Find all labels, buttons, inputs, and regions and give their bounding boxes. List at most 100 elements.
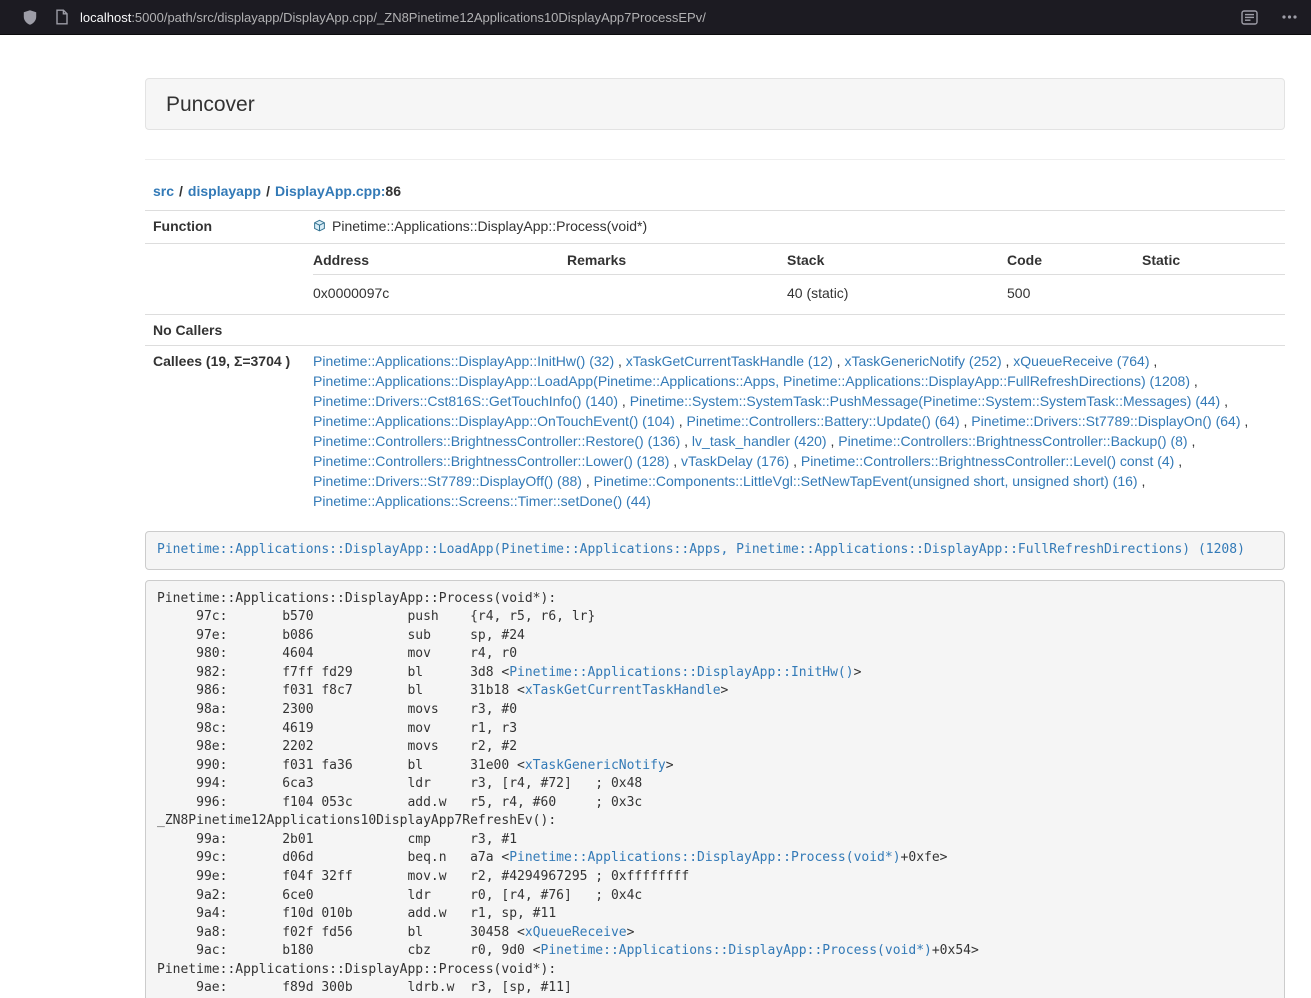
snippet-box: Pinetime::Applications::DisplayApp::Load… xyxy=(145,531,1285,570)
callee-separator: , xyxy=(675,413,687,429)
function-row-label: Function xyxy=(145,211,305,244)
callee-separator: , xyxy=(960,413,972,429)
callee-link[interactable]: xTaskGenericNotify (252) xyxy=(844,353,1001,369)
menu-dots-icon[interactable] xyxy=(1282,15,1297,19)
callee-link[interactable]: Pinetime::System::SystemTask::PushMessag… xyxy=(630,393,1221,409)
asm-text: Pinetime::Applications::DisplayApp::Proc… xyxy=(157,962,556,977)
breadcrumb-link-src[interactable]: src xyxy=(153,183,174,199)
asm-text: _ZN8Pinetime12Applications10DisplayApp7R… xyxy=(157,813,556,828)
browser-toolbar: localhost:5000/path/src/displayapp/Displ… xyxy=(0,0,1311,35)
asm-symbol-link[interactable]: Pinetime::Applications::DisplayApp::Proc… xyxy=(509,850,900,865)
callee-link[interactable]: Pinetime::Controllers::BrightnessControl… xyxy=(801,453,1174,469)
callee-link[interactable]: Pinetime::Drivers::Cst816S::GetTouchInfo… xyxy=(313,393,618,409)
page-icon[interactable] xyxy=(55,9,69,25)
asm-text: 982: f7ff fd29 bl 3d8 < xyxy=(157,665,509,680)
breadcrumb-line-number: 86 xyxy=(385,183,401,199)
asm-text: 9ac: b180 cbz r0, 9d0 < xyxy=(157,943,541,958)
breadcrumb-separator: / xyxy=(179,183,183,199)
callees-list: Pinetime::Applications::DisplayApp::Init… xyxy=(305,346,1285,517)
asm-text: 98e: 2202 movs r2, #2 xyxy=(157,739,517,754)
function-row: Function Pinetime::Applications::Display… xyxy=(145,211,1285,244)
asm-text: 9ae: f89d 300b ldrb.w r3, [sp, #11] xyxy=(157,980,572,995)
callee-link[interactable]: Pinetime::Drivers::St7789::DisplayOff() … xyxy=(313,473,582,489)
asm-symbol-link[interactable]: xQueueReceive xyxy=(525,925,627,940)
value-address: 0x0000097c xyxy=(313,275,567,310)
callee-separator: , xyxy=(1138,473,1146,489)
asm-text: 99a: 2b01 cmp r3, #1 xyxy=(157,832,517,847)
asm-text: Pinetime::Applications::DisplayApp::Proc… xyxy=(157,591,556,606)
asm-text: 9a2: 6ce0 ldr r0, [r4, #76] ; 0x4c xyxy=(157,888,642,903)
asm-text: 986: f031 f8c7 bl 31b18 < xyxy=(157,683,525,698)
callee-separator: , xyxy=(1190,373,1198,389)
asm-text: 98a: 2300 movs r3, #0 xyxy=(157,702,517,717)
metrics-row: Address Remarks Stack Code Static 0x0000… xyxy=(145,244,1285,315)
url-path: :5000/path/src/displayapp/DisplayApp.cpp… xyxy=(131,10,706,25)
value-static xyxy=(1142,275,1285,310)
asm-symbol-link[interactable]: Pinetime::Applications::DisplayApp::Init… xyxy=(509,665,853,680)
callee-separator: , xyxy=(582,473,594,489)
callee-separator: , xyxy=(669,453,681,469)
callee-separator: , xyxy=(680,433,692,449)
asm-text: 9a8: f02f fd56 bl 30458 < xyxy=(157,925,525,940)
callee-separator: , xyxy=(618,393,630,409)
asm-symbol-link[interactable]: Pinetime::Applications::DisplayApp::Proc… xyxy=(541,943,932,958)
callee-link[interactable]: Pinetime::Controllers::Battery::Update()… xyxy=(687,413,960,429)
shield-icon[interactable] xyxy=(22,9,38,26)
asm-text: 994: 6ca3 ldr r3, [r4, #72] ; 0x48 xyxy=(157,776,642,791)
callee-link[interactable]: lv_task_handler (420) xyxy=(692,433,827,449)
asm-symbol-link[interactable]: xTaskGetCurrentTaskHandle xyxy=(525,683,721,698)
callee-separator: , xyxy=(614,353,626,369)
breadcrumb-link-displayapp[interactable]: displayapp xyxy=(188,183,261,199)
callee-link[interactable]: Pinetime::Controllers::BrightnessControl… xyxy=(313,433,680,449)
asm-text: > xyxy=(721,683,729,698)
callee-link[interactable]: Pinetime::Components::LittleVgl::SetNewT… xyxy=(594,473,1138,489)
callee-link[interactable]: Pinetime::Drivers::St7789::DisplayOn() (… xyxy=(971,413,1240,429)
reader-view-icon[interactable] xyxy=(1241,10,1258,25)
callee-link[interactable]: Pinetime::Applications::Screens::Timer::… xyxy=(313,493,651,509)
callee-link[interactable]: xQueueReceive (764) xyxy=(1013,353,1149,369)
breadcrumb-link-file[interactable]: DisplayApp.cpp: xyxy=(275,183,385,199)
callee-separator: , xyxy=(1002,353,1014,369)
asm-text: 97c: b570 push {r4, r5, r6, lr} xyxy=(157,609,595,624)
no-callers-label: No Callers xyxy=(145,315,305,346)
snippet-link[interactable]: Pinetime::Applications::DisplayApp::Load… xyxy=(157,542,1245,557)
function-name-cell: Pinetime::Applications::DisplayApp::Proc… xyxy=(305,211,1285,244)
no-callers-row: No Callers xyxy=(145,315,1285,346)
value-code: 500 xyxy=(1007,275,1142,310)
asm-text: > xyxy=(627,925,635,940)
callees-label: Callees (19, Σ=3704 ) xyxy=(145,346,305,517)
callee-link[interactable]: Pinetime::Applications::DisplayApp::OnTo… xyxy=(313,413,675,429)
callee-separator: , xyxy=(827,433,839,449)
asm-text: 990: f031 fa36 bl 31e00 < xyxy=(157,758,525,773)
divider xyxy=(145,159,1285,160)
callee-link[interactable]: Pinetime::Applications::DisplayApp::Init… xyxy=(313,353,614,369)
callee-separator: , xyxy=(1241,413,1249,429)
app-header: Puncover xyxy=(145,78,1285,130)
metrics-table: Address Remarks Stack Code Static 0x0000… xyxy=(313,250,1285,309)
asm-symbol-link[interactable]: xTaskGenericNotify xyxy=(525,758,666,773)
asm-text: +0xfe> xyxy=(901,850,948,865)
callee-link[interactable]: Pinetime::Applications::DisplayApp::Load… xyxy=(313,373,1190,389)
callee-link[interactable]: Pinetime::Controllers::BrightnessControl… xyxy=(313,453,669,469)
asm-text: 996: f104 053c add.w r5, r4, #60 ; 0x3c xyxy=(157,795,642,810)
col-header-code: Code xyxy=(1007,250,1142,275)
breadcrumb: src / displayapp / DisplayApp.cpp:86 xyxy=(153,181,1285,201)
asm-text: 97e: b086 sub sp, #24 xyxy=(157,628,525,643)
function-name: Pinetime::Applications::DisplayApp::Proc… xyxy=(332,218,647,234)
url-text: localhost:5000/path/src/displayapp/Displ… xyxy=(80,10,706,25)
metrics-values-row: 0x0000097c 40 (static) 500 xyxy=(313,275,1285,310)
url-bar[interactable]: localhost:5000/path/src/displayapp/Displ… xyxy=(55,9,1225,25)
col-header-address: Address xyxy=(313,250,567,275)
callee-separator: , xyxy=(789,453,801,469)
asm-text: 99e: f04f 32ff mov.w r2, #4294967295 ; 0… xyxy=(157,869,689,884)
col-header-static: Static xyxy=(1142,250,1285,275)
callee-link[interactable]: Pinetime::Controllers::BrightnessControl… xyxy=(838,433,1187,449)
breadcrumb-separator: / xyxy=(266,183,270,199)
callee-link[interactable]: vTaskDelay (176) xyxy=(681,453,789,469)
callee-separator: , xyxy=(1149,353,1157,369)
asm-text: > xyxy=(666,758,674,773)
asm-text: 99c: d06d beq.n a7a < xyxy=(157,850,509,865)
callees-row: Callees (19, Σ=3704 ) Pinetime::Applicat… xyxy=(145,346,1285,517)
callee-link[interactable]: xTaskGetCurrentTaskHandle (12) xyxy=(626,353,833,369)
page-title: Puncover xyxy=(166,92,1264,118)
